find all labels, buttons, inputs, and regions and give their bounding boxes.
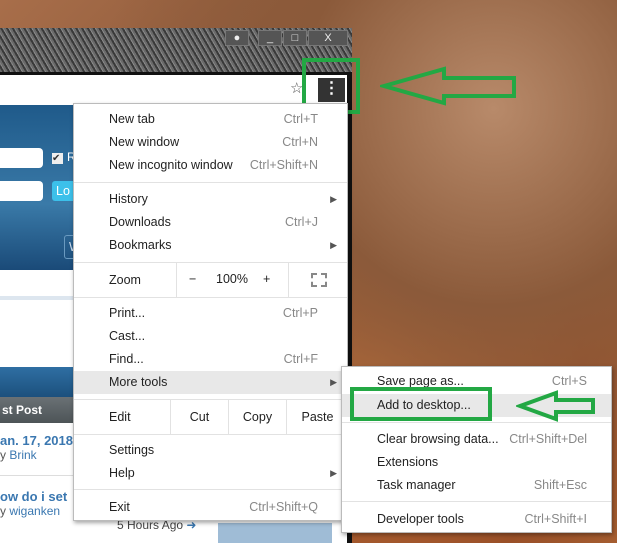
post-title[interactable]: an. 17, 2018 bbox=[0, 433, 73, 448]
by-label: y bbox=[0, 504, 6, 518]
cut-button[interactable]: Cut bbox=[170, 400, 228, 434]
paste-button[interactable]: Paste bbox=[286, 400, 348, 434]
menu-item-exit[interactable]: Exit Ctrl+Shift+Q bbox=[74, 496, 347, 519]
user-icon[interactable]: ● bbox=[225, 30, 249, 46]
page-header: ✔ R Lo W bbox=[0, 105, 84, 270]
title-bar: ● _ □ X bbox=[0, 28, 352, 72]
menu-item-help[interactable]: Help ▶ bbox=[74, 462, 347, 485]
divider bbox=[0, 296, 80, 300]
submenu-arrow-icon: ▶ bbox=[330, 468, 337, 478]
menu-item-more-tools[interactable]: More tools ▶ bbox=[74, 371, 347, 394]
menu-item-bookmarks[interactable]: Bookmarks ▶ bbox=[74, 234, 347, 257]
zoom-out-button[interactable]: − bbox=[189, 272, 196, 286]
menu-item-cast[interactable]: Cast... bbox=[74, 325, 347, 348]
zoom-in-button[interactable]: + bbox=[263, 272, 270, 286]
fullscreen-icon bbox=[310, 273, 327, 287]
menu-item-new-window[interactable]: New window Ctrl+N bbox=[74, 131, 347, 154]
zoom-row: Zoom − 100% + bbox=[74, 263, 347, 297]
submenu-arrow-icon: ▶ bbox=[330, 194, 337, 204]
username-input[interactable] bbox=[0, 148, 43, 168]
remember-checkbox[interactable]: ✔ bbox=[52, 153, 63, 164]
menu-item-extensions[interactable]: Extensions bbox=[342, 451, 611, 474]
menu-item-incognito[interactable]: New incognito window Ctrl+Shift+N bbox=[74, 154, 347, 177]
password-input[interactable] bbox=[0, 181, 43, 201]
edit-row: Edit Cut Copy Paste bbox=[74, 400, 347, 434]
menu-item-downloads[interactable]: Downloads Ctrl+J bbox=[74, 211, 347, 234]
menu-item-task-manager[interactable]: Task manager Shift+Esc bbox=[342, 474, 611, 497]
menu-item-print[interactable]: Print... Ctrl+P bbox=[74, 302, 347, 325]
zoom-value: 100% bbox=[216, 272, 248, 286]
menu-item-clear-browsing-data[interactable]: Clear browsing data... Ctrl+Shift+Del bbox=[342, 428, 611, 451]
post-user[interactable]: Brink bbox=[9, 448, 36, 462]
copy-button[interactable]: Copy bbox=[228, 400, 286, 434]
fullscreen-button[interactable] bbox=[288, 263, 348, 297]
submenu-arrow-icon: ▶ bbox=[330, 377, 337, 387]
close-button[interactable]: X bbox=[308, 30, 348, 46]
forum-bar bbox=[0, 367, 80, 397]
menu-item-developer-tools[interactable]: Developer tools Ctrl+Shift+I bbox=[342, 508, 611, 531]
menu-item-new-tab[interactable]: New tab Ctrl+T bbox=[74, 108, 347, 131]
maximize-button[interactable]: □ bbox=[283, 30, 307, 46]
by-label: y bbox=[0, 448, 6, 462]
menu-item-history[interactable]: History ▶ bbox=[74, 188, 347, 211]
submenu-arrow-icon: ▶ bbox=[330, 240, 337, 250]
minimize-button[interactable]: _ bbox=[258, 30, 282, 46]
toolbar: ☆ bbox=[0, 75, 347, 103]
highlight-box bbox=[350, 387, 492, 421]
menu-item-find[interactable]: Find... Ctrl+F bbox=[74, 348, 347, 371]
post-user[interactable]: wiganken bbox=[9, 504, 60, 518]
zoom-label: Zoom bbox=[109, 273, 141, 287]
chrome-menu: New tab Ctrl+T New window Ctrl+N New incog… bbox=[73, 103, 348, 521]
green-arrow-icon bbox=[380, 66, 516, 106]
menu-item-settings[interactable]: Settings bbox=[74, 439, 347, 462]
edit-label: Edit bbox=[109, 410, 131, 424]
sidebar-panel bbox=[218, 523, 332, 543]
green-arrow-icon bbox=[516, 390, 595, 422]
post-title[interactable]: ow do i set bbox=[0, 489, 67, 504]
